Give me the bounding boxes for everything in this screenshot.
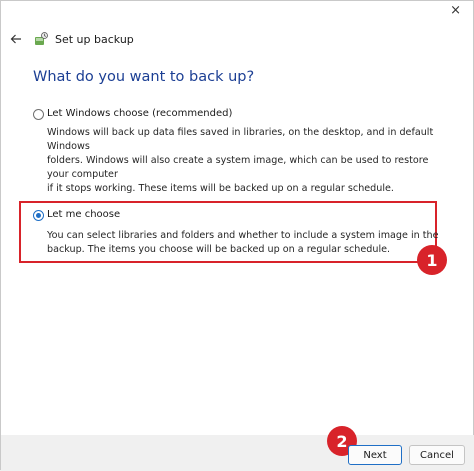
- backup-app-icon: [35, 32, 48, 45]
- radio-let-me-choose[interactable]: [33, 210, 44, 221]
- back-arrow-icon[interactable]: [9, 32, 23, 46]
- dialog-footer: [1, 435, 474, 471]
- option-label[interactable]: Let me choose: [47, 209, 120, 220]
- cancel-button[interactable]: Cancel: [409, 445, 465, 465]
- next-button[interactable]: Next: [348, 445, 402, 465]
- option-label[interactable]: Let Windows choose (recommended): [47, 108, 232, 119]
- window-title: Set up backup: [55, 32, 134, 46]
- radio-let-windows-choose[interactable]: [33, 109, 44, 120]
- option-description: Windows will back up data files saved in…: [47, 127, 434, 194]
- backup-dialog-window: × Set up backup What do you want to back…: [0, 0, 474, 471]
- close-icon[interactable]: ×: [450, 3, 461, 18]
- annotation-badge-1: 1: [417, 245, 447, 275]
- title-bar: Set up backup: [9, 29, 134, 49]
- option-description: You can select libraries and folders and…: [47, 230, 439, 255]
- page-heading: What do you want to back up?: [33, 69, 255, 85]
